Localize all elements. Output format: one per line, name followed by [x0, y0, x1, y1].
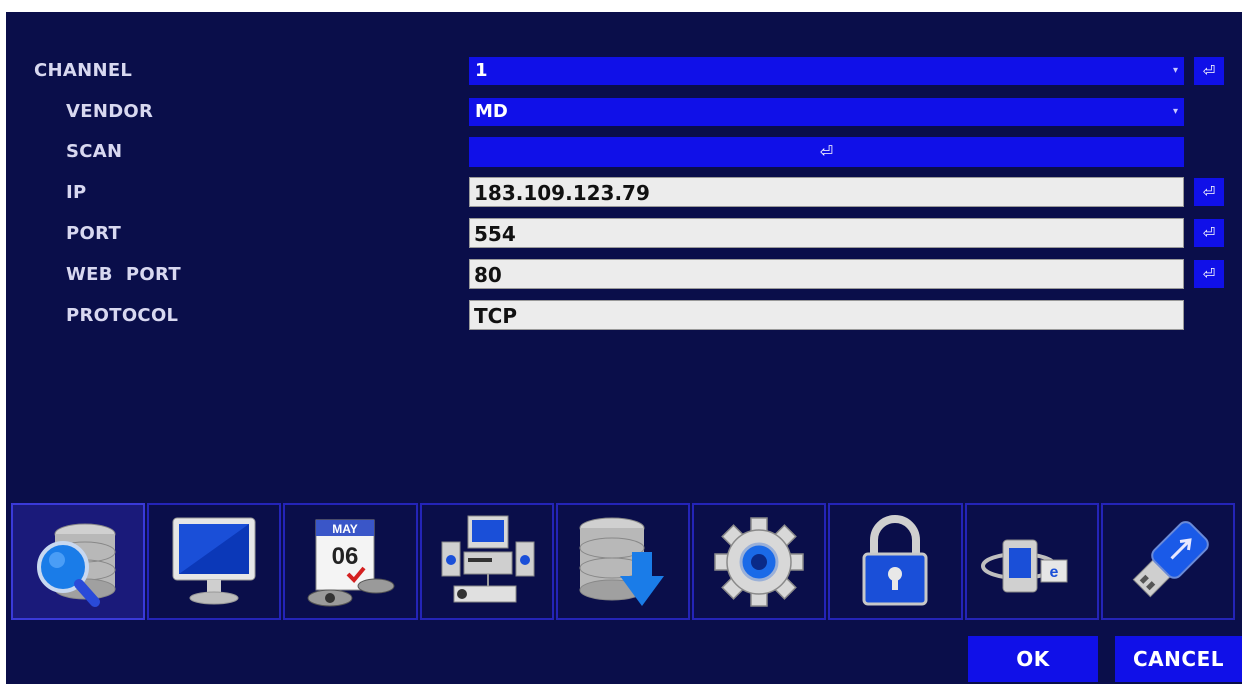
calendar-month: MAY [332, 522, 358, 536]
ok-button[interactable]: OK [968, 636, 1098, 682]
calendar-icon: MAY 06 [307, 519, 395, 606]
protocol-label: PROTOCOL [66, 305, 179, 326]
menu-display[interactable] [147, 503, 282, 620]
scan-label: SCAN [66, 141, 123, 162]
vendor-value: MD [475, 101, 508, 122]
chevron-down-icon: ▾ [1172, 106, 1178, 117]
chevron-down-icon: ▾ [1172, 65, 1178, 76]
menu-devices[interactable] [419, 503, 554, 620]
ip-label: IP [66, 182, 87, 203]
channel-select[interactable]: 1 ▾ [469, 57, 1184, 85]
usb-icon [1132, 520, 1209, 597]
vendor-label: VENDOR [66, 101, 154, 122]
enter-icon: ⏎ [1202, 224, 1216, 242]
port-label: PORT [66, 223, 122, 244]
monitor-icon [172, 517, 256, 604]
network-devices-icon [441, 515, 535, 602]
menu-network[interactable]: e [964, 503, 1099, 620]
menu-schedule[interactable]: MAY 06 [283, 503, 418, 620]
channel-value: 1 [475, 60, 488, 81]
web-port-label: WEB PORT [66, 264, 181, 285]
cancel-button[interactable]: CANCEL [1115, 636, 1242, 682]
calendar-day: 06 [331, 543, 358, 570]
web-badge: e [1049, 564, 1058, 581]
menu-icon-bar: MAY 06 e [11, 503, 1235, 620]
web-port-enter-button[interactable]: ⏎ [1194, 260, 1224, 288]
protocol-field[interactable]: TCP [469, 300, 1184, 330]
ip-field[interactable]: 183.109.123.79 [469, 177, 1184, 207]
menu-usb[interactable] [1100, 503, 1235, 620]
channel-enter-button[interactable]: ⏎ [1194, 57, 1224, 85]
port-enter-button[interactable]: ⏎ [1194, 219, 1224, 247]
port-field[interactable]: 554 [469, 218, 1184, 248]
menu-security[interactable] [828, 503, 963, 620]
enter-icon: ⏎ [1202, 265, 1216, 283]
web-port-field[interactable]: 80 [469, 259, 1184, 289]
ip-enter-button[interactable]: ⏎ [1194, 178, 1224, 206]
menu-database-search[interactable] [11, 503, 146, 620]
lock-icon [862, 514, 928, 605]
database-download-icon [579, 517, 664, 606]
enter-icon: ⏎ [1202, 62, 1216, 80]
scan-button[interactable]: ⏎ [469, 137, 1184, 167]
menu-settings[interactable] [692, 503, 827, 620]
database-search-icon [37, 523, 116, 607]
enter-icon: ⏎ [1202, 183, 1216, 201]
menu-backup[interactable] [555, 503, 691, 620]
vendor-select[interactable]: MD ▾ [469, 98, 1184, 126]
channel-label: CHANNEL [34, 60, 133, 81]
gear-icon [714, 516, 804, 607]
web-icon: e [980, 539, 1068, 592]
enter-icon: ⏎ [819, 142, 834, 161]
